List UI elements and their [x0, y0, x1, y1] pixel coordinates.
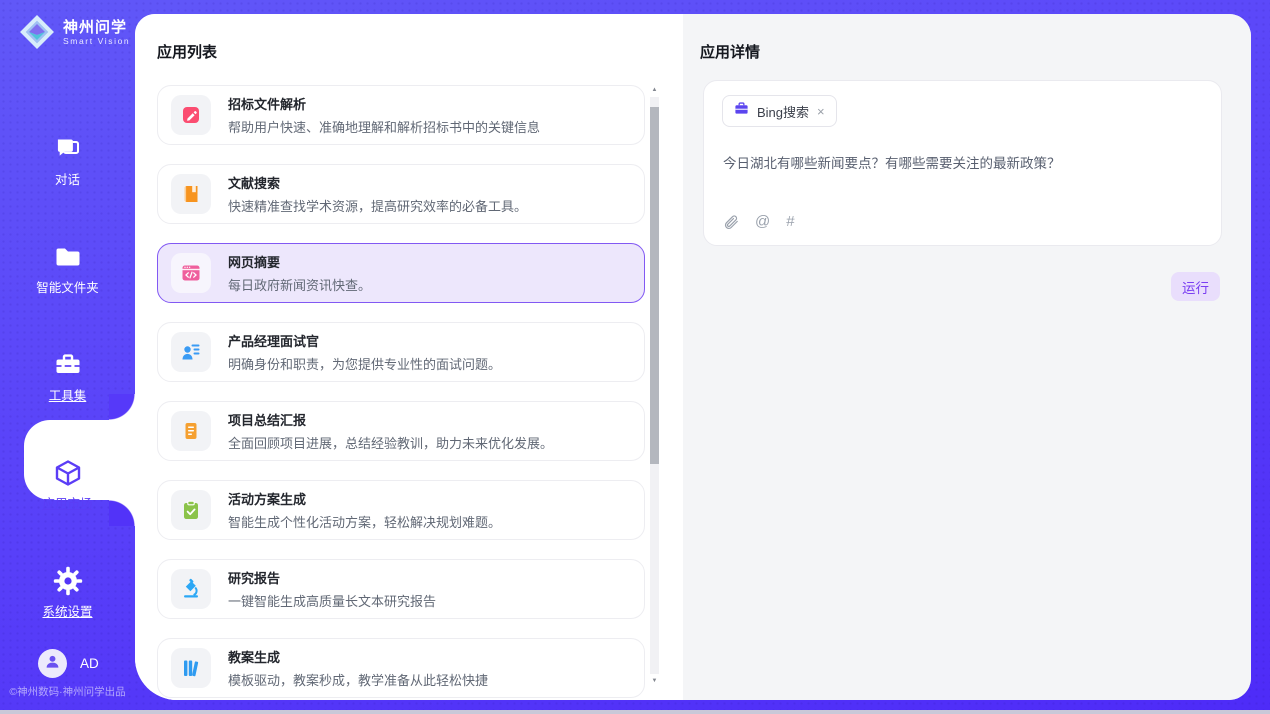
prompt-text[interactable]: 今日湖北有哪些新闻要点？有哪些需要关注的最新政策？ [723, 152, 1203, 172]
sidebar-item-label: 工具集 [49, 385, 87, 404]
close-icon[interactable]: × [817, 105, 825, 118]
run-button[interactable]: 运行 [1171, 272, 1220, 301]
app-card-description: 一键智能生成高质量长文本研究报告 [228, 591, 436, 610]
brand-subtitle: Smart Vision [63, 36, 130, 46]
bid-document-icon [171, 95, 211, 135]
sidebar-item-3[interactable]: 应用市场 [0, 426, 135, 512]
cube-icon [53, 458, 83, 488]
app-cards: 招标文件解析帮助用户快速、准确地理解和解析招标书中的关键信息 文献搜索快速精准查… [157, 85, 645, 700]
app-card-title: 活动方案生成 [228, 489, 501, 508]
copyright-text: ©神州数码·神州问学出品 [0, 684, 135, 699]
research-icon [171, 569, 211, 609]
sidebar: 神州问学 Smart Vision 对话 智能文件夹 工具集 应用市场 [0, 0, 135, 714]
gem-logo-icon [18, 13, 56, 51]
app-card-description: 模板驱动，教案秒成，教学准备从此轻松快捷 [228, 670, 488, 689]
app-card-description: 帮助用户快速、准确地理解和解析招标书中的关键信息 [228, 117, 540, 136]
briefcase-icon [734, 101, 749, 121]
app-card-title: 教案生成 [228, 647, 488, 666]
sidebar-item-0[interactable]: 对话 [0, 102, 135, 188]
app-card-title: 网页摘要 [228, 252, 371, 271]
summary-icon [171, 411, 211, 451]
toolbox-icon [53, 350, 83, 380]
scroll-down-icon[interactable]: ▼ [650, 676, 659, 686]
user-icon [43, 652, 62, 676]
app-card-title: 产品经理面试官 [228, 331, 501, 350]
gear-icon [53, 566, 83, 596]
brand-name: 神州问学 [63, 19, 130, 36]
app-card-2[interactable]: 网页摘要每日政府新闻资讯快查。 [157, 243, 645, 303]
main-panel: 应用列表 招标文件解析帮助用户快速、准确地理解和解析招标书中的关键信息 文献搜索… [135, 14, 1251, 700]
avatar[interactable] [38, 649, 67, 678]
app-card-5[interactable]: 活动方案生成智能生成个性化活动方案，轻松解决规划难题。 [157, 480, 645, 540]
sidebar-item-1[interactable]: 智能文件夹 [0, 210, 135, 296]
webpage-icon [171, 253, 211, 293]
sidebar-item-label: 应用市场 [42, 493, 92, 512]
app-list-section: 应用列表 招标文件解析帮助用户快速、准确地理解和解析招标书中的关键信息 文献搜索… [135, 14, 683, 700]
scrollbar-track[interactable] [650, 97, 659, 674]
tool-tag-chip[interactable]: Bing搜索 × [722, 95, 837, 127]
app-card-description: 智能生成个性化活动方案，轻松解决规划难题。 [228, 512, 501, 531]
sidebar-item-label: 对话 [55, 169, 80, 188]
tool-tag-label: Bing搜索 [757, 102, 809, 121]
composer-icons: @# [723, 214, 795, 230]
app-card-title: 招标文件解析 [228, 94, 540, 113]
folder-icon [53, 242, 83, 272]
app-list-title: 应用列表 [157, 41, 217, 62]
app-card-title: 研究报告 [228, 568, 436, 587]
app-card-3[interactable]: 产品经理面试官明确身份和职责，为您提供专业性的面试问题。 [157, 322, 645, 382]
sidebar-item-label: 智能文件夹 [36, 277, 99, 296]
app-card-description: 快速精准查找学术资源，提高研究效率的必备工具。 [228, 196, 527, 215]
scrollbar[interactable]: ▲ ▼ [650, 85, 659, 686]
interviewer-icon [171, 332, 211, 372]
app-card-6[interactable]: 研究报告一键智能生成高质量长文本研究报告 [157, 559, 645, 619]
prompt-card: Bing搜索 × 今日湖北有哪些新闻要点？有哪些需要关注的最新政策？ @# [703, 80, 1222, 246]
book-icon [171, 174, 211, 214]
lesson-icon [171, 648, 211, 688]
mention-icon[interactable]: @ [755, 214, 770, 230]
user-row[interactable]: AD [38, 649, 99, 678]
sidebar-item-2[interactable]: 工具集 [0, 318, 135, 404]
app-card-1[interactable]: 文献搜索快速精准查找学术资源，提高研究效率的必备工具。 [157, 164, 645, 224]
plan-icon [171, 490, 211, 530]
chat-icon [53, 134, 83, 164]
bottom-strip [0, 710, 1270, 714]
app-card-4[interactable]: 项目总结汇报全面回顾项目进展，总结经验教训，助力未来优化发展。 [157, 401, 645, 461]
user-initials: AD [80, 656, 99, 671]
brand-logo: 神州问学 Smart Vision [18, 13, 130, 51]
sidebar-item-label: 系统设置 [42, 601, 92, 620]
app-card-title: 文献搜索 [228, 173, 527, 192]
app-detail-title: 应用详情 [700, 41, 760, 62]
app-card-7[interactable]: 教案生成模板驱动，教案秒成，教学准备从此轻松快捷 [157, 638, 645, 698]
app-card-description: 每日政府新闻资讯快查。 [228, 275, 371, 294]
app-card-description: 明确身份和职责，为您提供专业性的面试问题。 [228, 354, 501, 373]
app-card-title: 项目总结汇报 [228, 410, 553, 429]
sidebar-item-4[interactable]: 系统设置 [0, 534, 135, 620]
app-card-description: 全面回顾项目进展，总结经验教训，助力未来优化发展。 [228, 433, 553, 452]
app-card-0[interactable]: 招标文件解析帮助用户快速、准确地理解和解析招标书中的关键信息 [157, 85, 645, 145]
paperclip-icon[interactable] [723, 214, 739, 230]
hash-icon[interactable]: # [786, 214, 794, 230]
app-detail-section: 应用详情 Bing搜索 × 今日湖北有哪些新闻要点？有哪些需要关注的最新政策？ … [683, 14, 1251, 700]
scrollbar-thumb[interactable] [650, 107, 659, 464]
scroll-up-icon[interactable]: ▲ [650, 85, 659, 95]
